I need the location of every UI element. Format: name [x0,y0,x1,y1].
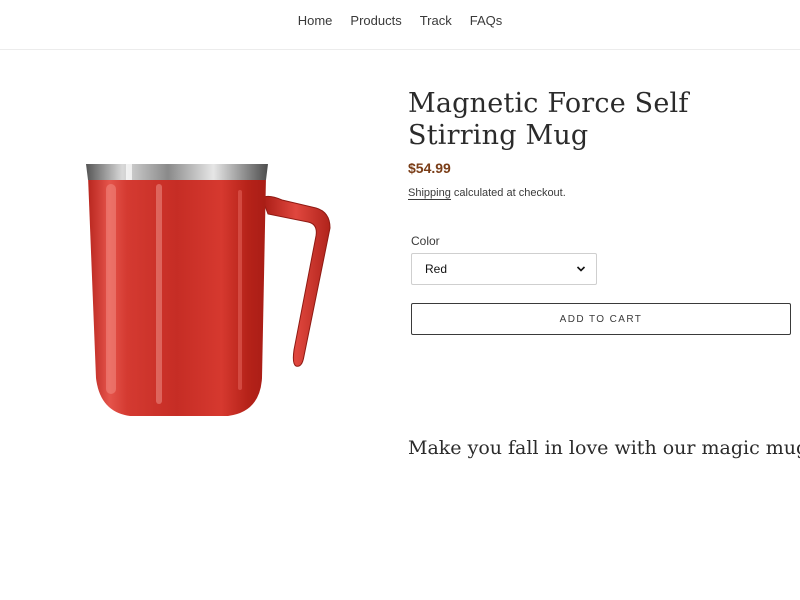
shipping-link[interactable]: Shipping [408,187,451,200]
product-description-heading: Make you fall in love with our magic mug [408,437,800,459]
nav-link-faqs[interactable]: FAQs [461,13,512,29]
nav-link-products[interactable]: Products [341,13,410,29]
product-info: Magnetic Force Self Stirring Mug $54.99 … [408,88,793,200]
mug-icon [86,164,331,416]
product-image[interactable] [78,150,348,430]
add-to-cart-label: ADD TO CART [559,313,643,325]
add-to-cart-button[interactable]: ADD TO CART [411,303,791,335]
nav-link-home[interactable]: Home [289,13,342,29]
product-price: $54.99 [408,160,451,176]
nav-link-track[interactable]: Track [411,13,461,29]
shipping-text: calculated at checkout. [450,187,566,199]
product-title: Magnetic Force Self Stirring Mug [408,88,689,151]
chevron-down-icon [576,266,586,272]
color-select[interactable]: Red [411,253,597,285]
color-select-value: Red [425,262,448,276]
color-label: Color [411,234,440,248]
top-navigation: Home Products Track FAQs [0,0,800,50]
shipping-note: Shipping calculated at checkout. [408,187,793,200]
